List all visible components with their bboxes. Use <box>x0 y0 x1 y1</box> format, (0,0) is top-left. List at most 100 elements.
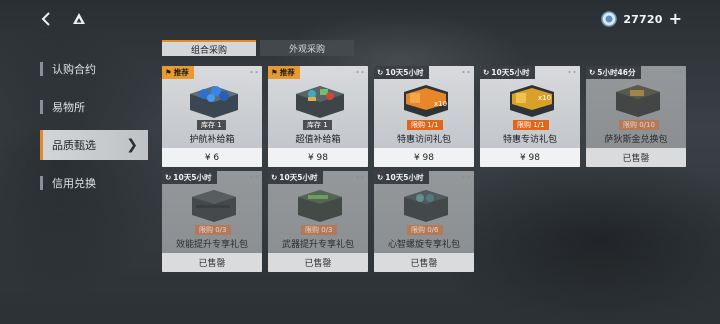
status-label: 已售罄 <box>622 154 650 164</box>
item-name: 超值补给箱 <box>295 135 341 145</box>
tag-label: 10天5小时 <box>385 68 424 77</box>
refresh-icon: ↻ <box>377 68 384 77</box>
flag-icon: ⚑ <box>271 68 278 77</box>
chevron-right-icon: ❯ <box>126 137 138 153</box>
price-button[interactable]: ¥ 98 <box>268 148 368 167</box>
more-dots-icon <box>462 71 470 73</box>
item-name: 护航补给箱 <box>189 135 235 145</box>
price-label: ¥ 6 <box>204 152 220 163</box>
purchase-limit-badge: 限购 1/1 <box>407 120 443 130</box>
more-dots-icon <box>462 176 470 178</box>
sold-out-label: 已售罄 <box>162 253 262 272</box>
timer-tag: ↻ 10天5小时 <box>162 171 218 184</box>
timer-tag: ↻ 10天5小时 <box>268 171 324 184</box>
timer-tag: ↻ 10天5小时 <box>374 171 430 184</box>
svg-text:x10: x10 <box>538 94 551 102</box>
flag-icon: ⚑ <box>165 68 172 77</box>
sidebar-item-credit-exchange[interactable]: 信用兑换 <box>40 168 148 198</box>
timer-tag: ↻ 10天5小时 <box>480 66 536 79</box>
more-dots-icon <box>568 71 576 73</box>
sidebar-marker <box>40 100 43 114</box>
refresh-icon: ↻ <box>377 173 384 182</box>
tag-label: 推荐 <box>173 68 189 77</box>
blue-supply-crate-icon <box>190 86 238 118</box>
price-label: ¥ 98 <box>519 152 541 163</box>
sidebar-marker <box>40 130 43 160</box>
sidebar-item-label: 易物所 <box>52 101 85 114</box>
sold-out-label: 已售罄 <box>586 148 686 167</box>
sidebar-item-label: 认购合约 <box>52 63 96 76</box>
purchase-limit-badge: 限购 1/1 <box>513 120 549 130</box>
stock-badge: 库存 1 <box>197 120 226 130</box>
timer-tag: ↻ 10天5小时 <box>374 66 430 79</box>
svg-text:x10: x10 <box>434 100 447 108</box>
item-name: 武器提升专享礼包 <box>281 240 354 250</box>
tag-label: 推荐 <box>279 68 295 77</box>
coin-icon <box>601 11 618 27</box>
tag-label: 5小时46分 <box>597 68 636 77</box>
sidebar-item-barter[interactable]: 易物所 <box>40 92 148 122</box>
item-name: 心智螺旋专享礼包 <box>387 240 460 250</box>
price-button[interactable]: ¥ 98 <box>374 148 474 167</box>
item-name: 特惠专访礼包 <box>502 135 557 145</box>
shop-item-card[interactable]: ⚑ 推荐 库存 1 护航补给箱 ¥ 6 <box>162 66 262 167</box>
purchase-limit-badge: 限购 0/3 <box>195 225 231 235</box>
price-button[interactable]: ¥ 98 <box>480 148 580 167</box>
tag-label: 10天5小时 <box>491 68 530 77</box>
more-dots-icon <box>250 71 258 73</box>
status-label: 已售罄 <box>198 259 226 269</box>
gift-pack-icon: x10 <box>404 85 448 117</box>
status-label: 已售罄 <box>304 259 332 269</box>
purchase-limit-badge: 限购 0/3 <box>301 225 337 235</box>
value-supply-crate-icon <box>296 86 344 118</box>
item-name: 特惠访问礼包 <box>396 135 451 145</box>
shop-item-card[interactable]: x10 ↻ 10天5小时 限购 1/1 特惠访问礼包 ¥ 98 <box>374 66 474 167</box>
tab-bar: 组合采购 外观采购 <box>162 40 354 56</box>
tab-bundle-purchase[interactable]: 组合采购 <box>162 40 256 56</box>
recommend-tag: ⚑ 推荐 <box>162 66 194 79</box>
shop-item-card[interactable]: ↻ 10天5小时 限购 0/3 武器提升专享礼包 已售罄 <box>268 171 368 272</box>
sidebar-item-quality-select[interactable]: 品质甄选 ❯ <box>40 130 148 160</box>
top-bar: 27720 + <box>0 0 720 38</box>
shop-item-card[interactable]: ↻ 10天5小时 限购 0/6 心智螺旋专享礼包 已售罄 <box>374 171 474 272</box>
more-dots-icon <box>356 176 364 178</box>
sidebar-marker <box>40 176 43 190</box>
shop-item-card[interactable]: ↻ 10天5小时 限购 0/3 效能提升专享礼包 已售罄 <box>162 171 262 272</box>
more-dots-icon <box>356 71 364 73</box>
more-dots-icon <box>674 71 682 73</box>
item-name: 萨狄斯金兑换包 <box>604 135 668 145</box>
shop-item-card[interactable]: x10 ↻ 10天5小时 限购 1/1 特惠专访礼包 ¥ 98 <box>480 66 580 167</box>
purchase-limit-badge: 限购 0/6 <box>407 225 443 235</box>
tag-label: 10天5小时 <box>173 173 212 182</box>
sidebar-item-label: 信用兑换 <box>52 177 96 190</box>
refresh-icon: ↻ <box>271 173 278 182</box>
currency-display: 27720 + <box>601 9 682 29</box>
coin-amount: 27720 <box>623 12 663 26</box>
shop-item-card[interactable]: ↻ 5小时46分 限购 0/10 萨狄斯金兑换包 已售罄 <box>586 66 686 167</box>
refresh-icon: ↻ <box>483 68 490 77</box>
sold-out-label: 已售罄 <box>374 253 474 272</box>
status-label: 已售罄 <box>410 259 438 269</box>
tag-label: 10天5小时 <box>279 173 318 182</box>
refresh-icon: ↻ <box>165 173 172 182</box>
sidebar-marker <box>40 62 43 76</box>
purchase-limit-badge: 限购 0/10 <box>619 120 659 130</box>
price-button[interactable]: ¥ 6 <box>162 148 262 167</box>
stock-badge: 库存 1 <box>303 120 332 130</box>
price-label: ¥ 98 <box>307 152 329 163</box>
price-label: ¥ 98 <box>413 152 435 163</box>
gift-pack-icon: x10 <box>510 85 554 117</box>
sidebar: 认购合约 易物所 品质甄选 ❯ 信用兑换 <box>40 54 148 206</box>
tag-label: 10天5小时 <box>385 173 424 182</box>
timer-tag: ↻ 5小时46分 <box>586 66 642 79</box>
sidebar-item-subscription[interactable]: 认购合约 <box>40 54 148 84</box>
back-arrow-icon[interactable] <box>38 10 56 28</box>
refresh-icon: ↻ <box>589 68 596 77</box>
more-dots-icon <box>250 176 258 178</box>
shop-item-card[interactable]: ⚑ 推荐 库存 1 超值补给箱 ¥ 98 <box>268 66 368 167</box>
add-currency-plus-icon[interactable]: + <box>669 11 682 27</box>
sidebar-item-label: 品质甄选 <box>52 139 96 152</box>
home-icon[interactable] <box>70 10 88 28</box>
recommend-tag: ⚑ 推荐 <box>268 66 300 79</box>
tab-cosmetic-purchase[interactable]: 外观采购 <box>260 40 354 56</box>
